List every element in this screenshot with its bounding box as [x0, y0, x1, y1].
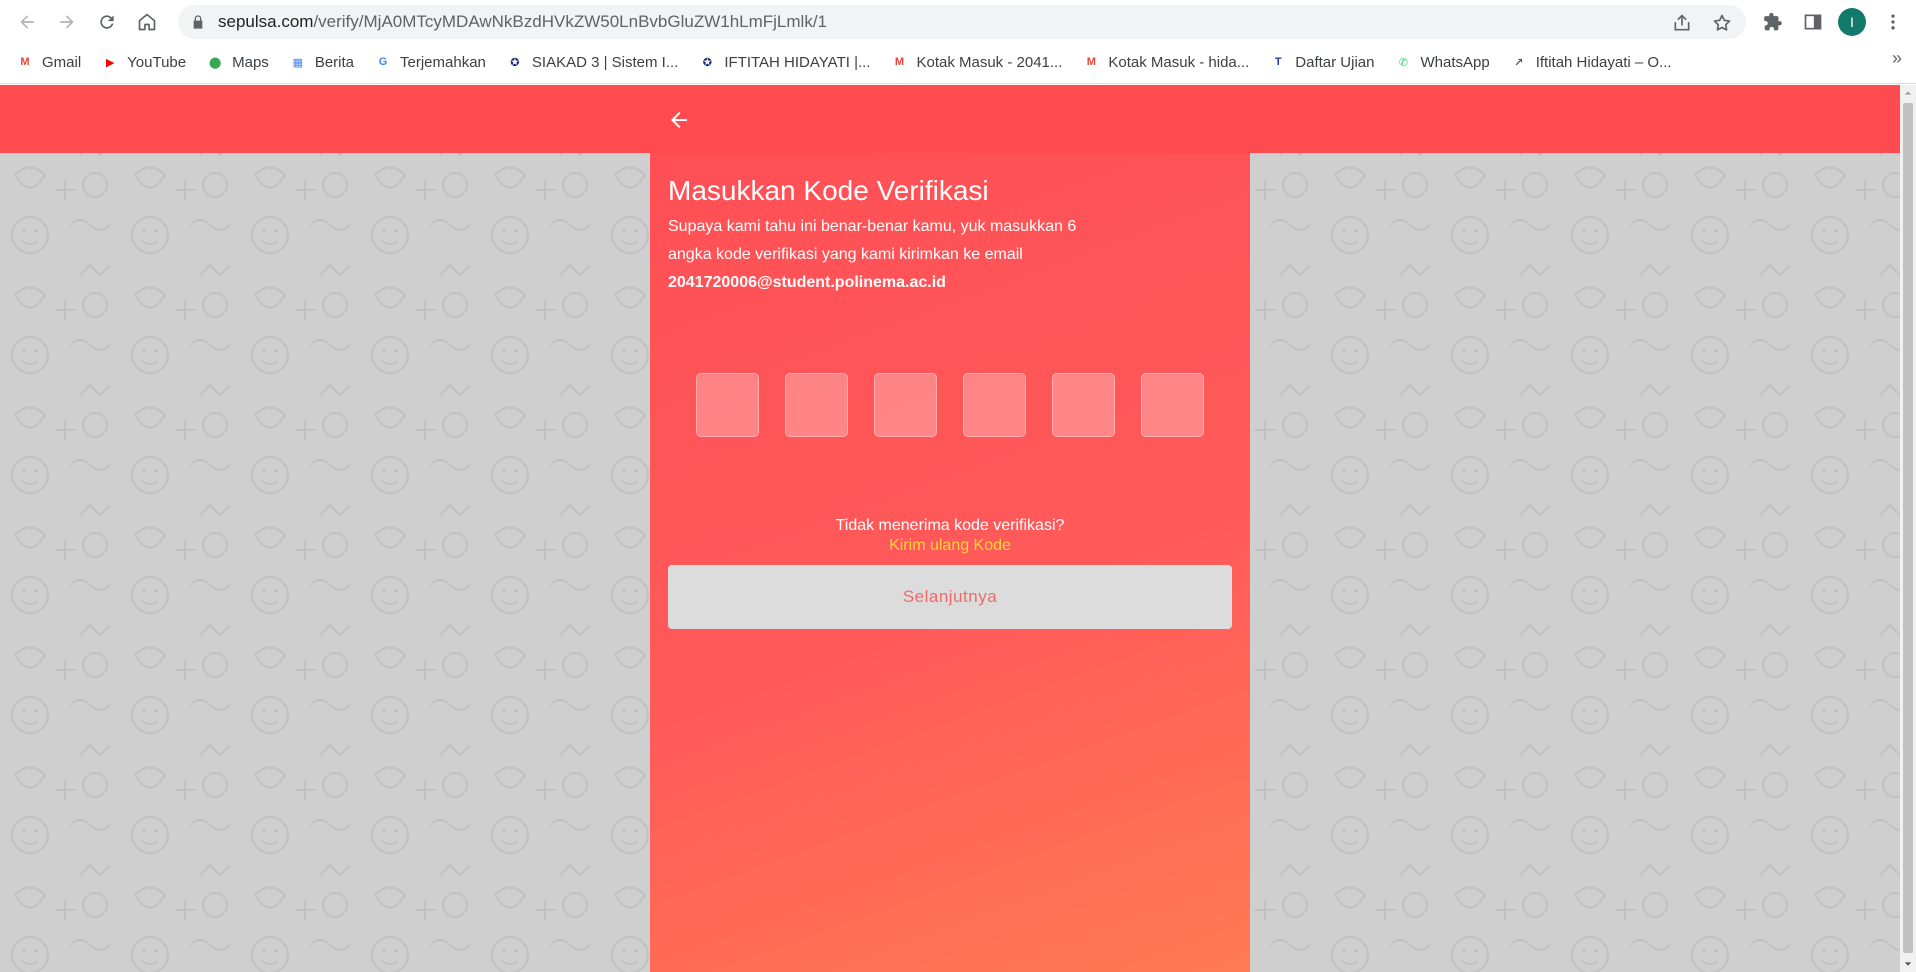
siakad-icon: ✪ — [702, 56, 712, 69]
bookmark-label: Gmail — [42, 53, 82, 71]
resend-code-link[interactable]: Kirim ulang Kode — [650, 537, 1250, 555]
arrow-left-icon — [20, 15, 34, 29]
url-text: sepulsa.com/verify/MjA0MTcyMDAwNkBzdHVkZ… — [218, 5, 827, 39]
browser-menu-button[interactable] — [1878, 7, 1908, 37]
bookmark-label: Maps — [232, 53, 269, 71]
bookmark-item[interactable]: ⬤ Maps — [206, 53, 269, 71]
back-button[interactable] — [12, 7, 42, 37]
side-panel-button[interactable] — [1798, 7, 1828, 37]
page-scrollbar[interactable] — [1900, 85, 1916, 972]
otp-digit-6[interactable] — [1141, 373, 1204, 437]
arrow-right-icon — [60, 15, 74, 29]
te-icon: T — [1274, 56, 1282, 68]
bookmark-item[interactable]: ▦ Berita — [289, 53, 354, 71]
bookmark-item[interactable]: ✪ IFTITAH HIDAYATI |... — [698, 53, 871, 71]
url-path: /verify/MjA0MTcyMDAwNkBzdHVkZW50LnBvbGlu… — [313, 12, 828, 31]
otp-digit-5[interactable] — [1052, 373, 1115, 437]
bookmark-item[interactable]: ▶ YouTube — [101, 53, 186, 71]
gmail-icon: M — [894, 56, 905, 68]
maps-icon: ⬤ — [208, 56, 222, 69]
home-button[interactable] — [132, 7, 162, 37]
reload-icon — [100, 15, 114, 29]
target-email: 2041720006@student.polinema.ac.id — [668, 274, 946, 291]
bookmark-label: Daftar Ujian — [1295, 53, 1375, 71]
bookmark-label: Kotak Masuk - 2041... — [916, 53, 1063, 71]
share-button[interactable] — [1671, 12, 1693, 34]
description-text: Supaya kami tahu ini benar-benar kamu, y… — [668, 218, 1077, 263]
bookmark-item[interactable]: G Terjemahkan — [374, 53, 486, 71]
star-icon — [1713, 14, 1731, 31]
bookmark-label: Iftitah Hidayati – O... — [1535, 53, 1672, 71]
bookmark-label: YouTube — [127, 53, 187, 71]
browser-chrome: sepulsa.com/verify/MjA0MTcyMDAwNkBzdHVkZ… — [0, 0, 1916, 84]
bookmark-item[interactable]: M Kotak Masuk - 2041... — [890, 53, 1063, 71]
bookmark-item[interactable]: T Daftar Ujian — [1269, 53, 1375, 71]
bookmark-item[interactable]: M Gmail — [16, 53, 81, 71]
bookmark-item[interactable]: ✆ WhatsApp — [1394, 53, 1490, 71]
page-back-button[interactable] — [664, 105, 694, 135]
extensions-button[interactable] — [1758, 7, 1788, 37]
translate-icon: G — [378, 56, 388, 68]
page-viewport: Masukkan Kode Verifikasi Supaya kami tah… — [0, 85, 1916, 972]
forward-button[interactable] — [52, 7, 82, 37]
arrow-left-icon — [671, 112, 687, 128]
share-icon — [1674, 14, 1690, 31]
bookmark-label: Kotak Masuk - hida... — [1108, 53, 1250, 71]
bookmark-label: SIAKAD 3 | Sistem I... — [531, 53, 679, 71]
lock-icon — [193, 15, 203, 29]
app-header — [0, 85, 1900, 153]
next-button[interactable]: Selanjutnya — [668, 565, 1232, 629]
news-icon: ▦ — [292, 56, 304, 69]
bookmarks-overflow-icon[interactable]: » — [1892, 48, 1902, 69]
otp-digit-2[interactable] — [785, 373, 848, 437]
youtube-icon: ▶ — [105, 56, 115, 69]
home-icon — [138, 13, 156, 31]
link-icon: ↗ — [1514, 56, 1524, 69]
bookmark-label: Berita — [314, 53, 354, 71]
scroll-thumb[interactable] — [1903, 103, 1913, 953]
profile-avatar[interactable]: I — [1838, 8, 1866, 36]
scroll-up-arrow-icon[interactable] — [1900, 85, 1916, 101]
otp-digit-3[interactable] — [874, 373, 937, 437]
verification-description: Supaya kami tahu ini benar-benar kamu, y… — [668, 213, 1108, 297]
bookmark-item[interactable]: ✪ SIAKAD 3 | Sistem I... — [506, 53, 678, 71]
reload-button[interactable] — [92, 7, 122, 37]
puzzle-icon — [1764, 12, 1782, 31]
bookmark-label: Terjemahkan — [400, 53, 486, 71]
otp-digit-1[interactable] — [696, 373, 759, 437]
bookmark-star-button[interactable] — [1711, 12, 1733, 34]
url-domain: sepulsa.com — [218, 12, 314, 31]
bookmark-label: WhatsApp — [1420, 53, 1490, 71]
verification-panel: Masukkan Kode Verifikasi Supaya kami tah… — [650, 153, 1250, 972]
browser-toolbar: sepulsa.com/verify/MjA0MTcyMDAwNkBzdHVkZ… — [0, 0, 1916, 44]
kebab-menu-icon — [1891, 14, 1895, 30]
bookmark-item[interactable]: ↗ Iftitah Hidayati – O... — [1510, 53, 1672, 71]
whatsapp-icon: ✆ — [1398, 56, 1409, 69]
address-bar[interactable]: sepulsa.com/verify/MjA0MTcyMDAwNkBzdHVkZ… — [178, 5, 1746, 39]
gmail-icon: M — [1086, 56, 1096, 68]
scroll-down-arrow-icon[interactable] — [1900, 956, 1916, 972]
resend-question: Tidak menerima kode verifikasi? — [835, 517, 1065, 534]
gmail-icon: M — [20, 56, 30, 68]
otp-input-group — [696, 373, 1206, 437]
bookmarks-bar: M Gmail ▶ YouTube ⬤ Maps ▦ Berita G Terjemahkan ✪ S… — [0, 46, 1916, 78]
bookmark-label: IFTITAH HIDAYATI |... — [724, 53, 871, 71]
page-title: Masukkan Kode Verifikasi — [668, 175, 989, 206]
bookmark-item[interactable]: M Kotak Masuk - hida... — [1082, 53, 1250, 71]
siakad-icon: ✪ — [510, 56, 520, 69]
side-panel-icon — [1804, 14, 1822, 30]
otp-digit-4[interactable] — [963, 373, 1026, 437]
